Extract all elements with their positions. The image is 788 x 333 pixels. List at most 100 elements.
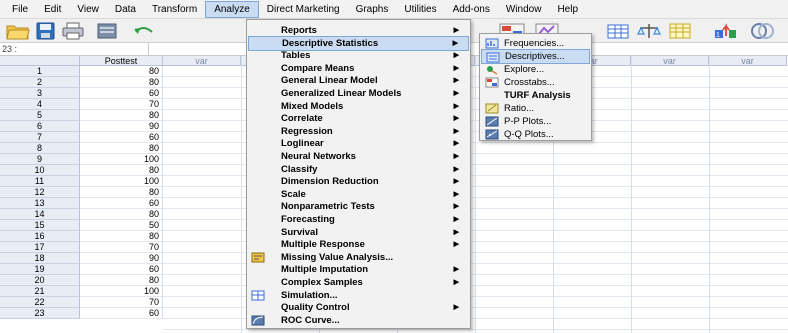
row-number[interactable]: 11 bbox=[0, 176, 80, 187]
descriptive-menu-item[interactable]: Q-Q Plots... bbox=[481, 127, 590, 142]
cell-reference: 23 : bbox=[2, 44, 18, 54]
analyze-menu-item-label: Correlate bbox=[281, 113, 323, 125]
row-number[interactable]: 19 bbox=[0, 264, 80, 275]
menu-window[interactable]: Window bbox=[498, 1, 550, 18]
menu-add-ons[interactable]: Add-ons bbox=[445, 1, 498, 18]
analyze-menu-item-label: Loglinear bbox=[281, 138, 324, 150]
posttest-cell[interactable]: 80 bbox=[80, 275, 163, 286]
row-number[interactable]: 5 bbox=[0, 110, 80, 121]
print-icon[interactable] bbox=[62, 22, 84, 40]
menu-file[interactable]: File bbox=[4, 1, 36, 18]
analyze-menu: Reports ▶ Descriptive Statistics ▶ Tables ▶ Co… bbox=[246, 19, 471, 329]
analyze-menu-item-label: Classify bbox=[281, 163, 318, 175]
posttest-cell[interactable]: 80 bbox=[80, 110, 163, 121]
posttest-cell[interactable]: 60 bbox=[80, 308, 163, 319]
posttest-cell[interactable]: 80 bbox=[80, 77, 163, 88]
open-folder-icon[interactable] bbox=[6, 22, 30, 40]
posttest-cell[interactable]: 60 bbox=[80, 198, 163, 209]
posttest-cell[interactable]: 70 bbox=[80, 297, 163, 308]
descriptive-menu-item-label: TURF Analysis bbox=[504, 90, 571, 101]
row-number[interactable]: 14 bbox=[0, 209, 80, 220]
row-number[interactable]: 21 bbox=[0, 286, 80, 297]
posttest-cell[interactable]: 90 bbox=[80, 253, 163, 264]
row-number[interactable]: 4 bbox=[0, 99, 80, 110]
row-number[interactable]: 8 bbox=[0, 143, 80, 154]
column-header-var[interactable]: var bbox=[709, 56, 787, 66]
grid-corner bbox=[0, 56, 80, 66]
pp-plots-icon bbox=[485, 116, 499, 127]
posttest-cell[interactable]: 80 bbox=[80, 165, 163, 176]
posttest-cell[interactable]: 80 bbox=[80, 231, 163, 242]
analyze-menu-item-label: ROC Curve... bbox=[281, 314, 340, 326]
save-icon[interactable] bbox=[36, 22, 56, 40]
analyze-menu-item-label: Mixed Models bbox=[281, 100, 344, 112]
posttest-cell[interactable]: 60 bbox=[80, 132, 163, 143]
posttest-cell[interactable]: 80 bbox=[80, 187, 163, 198]
menu-utilities[interactable]: Utilities bbox=[396, 1, 444, 18]
column-header-posttest[interactable]: Posttest bbox=[80, 56, 163, 66]
row-number[interactable]: 2 bbox=[0, 77, 80, 88]
menu-view[interactable]: View bbox=[69, 1, 107, 18]
posttest-cell[interactable]: 80 bbox=[80, 209, 163, 220]
posttest-cell[interactable]: 100 bbox=[80, 176, 163, 187]
row-number[interactable]: 1 bbox=[0, 66, 80, 77]
analyze-menu-item-label: General Linear Model bbox=[281, 75, 378, 87]
descriptive-menu-item-label: P-P Plots... bbox=[504, 116, 552, 127]
menu-direct-marketing[interactable]: Direct Marketing bbox=[259, 1, 348, 18]
cell-editor-divider bbox=[148, 43, 149, 56]
descriptive-menu-item-label: Frequencies... bbox=[504, 38, 565, 49]
row-number[interactable]: 6 bbox=[0, 121, 80, 132]
row-number[interactable]: 22 bbox=[0, 297, 80, 308]
posttest-cell[interactable]: 80 bbox=[80, 66, 163, 77]
row-number[interactable]: 15 bbox=[0, 220, 80, 231]
row-number[interactable]: 18 bbox=[0, 253, 80, 264]
analyze-menu-item-label: Simulation... bbox=[281, 289, 338, 301]
posttest-cell[interactable]: 70 bbox=[80, 99, 163, 110]
row-number[interactable]: 9 bbox=[0, 154, 80, 165]
posttest-cell[interactable]: 70 bbox=[80, 242, 163, 253]
select-cases-icon[interactable] bbox=[606, 22, 630, 40]
qq-plots-icon bbox=[485, 129, 499, 140]
menu-graphs[interactable]: Graphs bbox=[348, 1, 397, 18]
analyze-menu-item-label: Missing Value Analysis... bbox=[281, 251, 394, 263]
posttest-cell[interactable]: 60 bbox=[80, 264, 163, 275]
row-number[interactable]: 13 bbox=[0, 198, 80, 209]
analyze-menu-item-label: Tables bbox=[281, 50, 311, 62]
custom-dialogs-icon[interactable] bbox=[748, 22, 774, 40]
analyze-menu-item-label: Multiple Response bbox=[281, 239, 365, 251]
row-number[interactable]: 3 bbox=[0, 88, 80, 99]
descriptive-menu-item-label: Crosstabs... bbox=[504, 77, 555, 88]
row-number[interactable]: 17 bbox=[0, 242, 80, 253]
variable-sets-icon[interactable] bbox=[668, 22, 692, 40]
posttest-cell[interactable]: 100 bbox=[80, 154, 163, 165]
row-number[interactable]: 7 bbox=[0, 132, 80, 143]
analyze-menu-item-label: Nonparametric Tests bbox=[281, 201, 375, 213]
simulation-icon bbox=[251, 290, 265, 301]
posttest-cell[interactable]: 100 bbox=[80, 286, 163, 297]
frequencies-icon bbox=[485, 38, 499, 49]
menu-bar: File Edit View Data Transform Analyze Di… bbox=[0, 0, 788, 19]
column-header-var[interactable]: var bbox=[163, 56, 241, 66]
menu-analyze[interactable]: Analyze bbox=[205, 0, 259, 18]
descriptive-menu-item-label: Descriptives... bbox=[505, 51, 565, 62]
analyze-menu-item[interactable]: ROC Curve... bbox=[248, 313, 469, 328]
menu-edit[interactable]: Edit bbox=[36, 1, 69, 18]
column-header-var[interactable]: var bbox=[631, 56, 709, 66]
menu-help[interactable]: Help bbox=[549, 1, 586, 18]
posttest-cell[interactable]: 90 bbox=[80, 121, 163, 132]
row-number[interactable]: 20 bbox=[0, 275, 80, 286]
value-labels-icon[interactable]: 1 bbox=[712, 22, 738, 40]
row-number[interactable]: 16 bbox=[0, 231, 80, 242]
dialog-recall-icon[interactable] bbox=[96, 22, 118, 40]
posttest-cell[interactable]: 80 bbox=[80, 143, 163, 154]
posttest-cell[interactable]: 60 bbox=[80, 88, 163, 99]
row-number[interactable]: 23 bbox=[0, 308, 80, 319]
menu-transform[interactable]: Transform bbox=[144, 1, 205, 18]
analyze-menu-item-label: Compare Means bbox=[281, 62, 355, 74]
row-number[interactable]: 12 bbox=[0, 187, 80, 198]
scale-icon[interactable] bbox=[636, 22, 662, 40]
posttest-cell[interactable]: 50 bbox=[80, 220, 163, 231]
row-number[interactable]: 10 bbox=[0, 165, 80, 176]
undo-icon[interactable] bbox=[132, 22, 154, 40]
menu-data[interactable]: Data bbox=[107, 1, 144, 18]
